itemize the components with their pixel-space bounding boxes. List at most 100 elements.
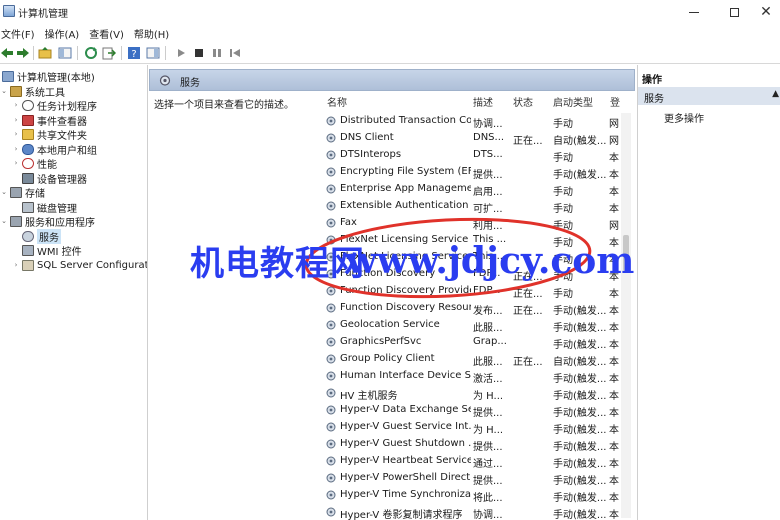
service-row[interactable]: Hyper-V Data Exchange Se... 提供... 手动(触发...… (325, 402, 619, 419)
help-icon[interactable]: ? (127, 46, 141, 60)
service-row[interactable]: GraphicsPerfSvc Grap... 手动(触发... 本 (325, 334, 619, 351)
tree-item-label: WMI 控件 (37, 246, 82, 258)
tree-item-shared-folders[interactable]: › 共享文件夹 (12, 127, 87, 142)
service-row[interactable]: Distributed Transaction Co... 协调... 手动 网 (325, 113, 619, 130)
service-description: 协调... (473, 119, 503, 130)
actions-pane: 操作 服务 ▲ 更多操作 (637, 65, 780, 520)
toolbar-separator (121, 46, 122, 60)
service-logon: 本 (609, 306, 619, 317)
expander-icon[interactable]: › (12, 159, 20, 167)
service-logon: 本 (609, 425, 619, 436)
play-icon[interactable] (174, 46, 188, 60)
service-name: Distributed Transaction Co... (340, 115, 471, 126)
console-tree-icon[interactable] (58, 46, 72, 60)
tree-item-label: SQL Server Configurati (37, 259, 148, 271)
service-name: Hyper-V Guest Service Int... (340, 421, 471, 432)
actions-section-services[interactable]: 服务 ▲ (638, 87, 780, 105)
column-header-name[interactable]: 名称 (327, 94, 347, 110)
tree-item-disk-management[interactable]: 磁盘管理 (20, 200, 77, 215)
tree-item-device-manager[interactable]: 设备管理器 (20, 171, 87, 186)
service-gear-icon (326, 388, 336, 398)
service-description: 为 H... (473, 391, 504, 402)
service-row[interactable]: Geolocation Service 此服... 手动(触发... 本 (325, 317, 619, 334)
service-row[interactable]: DNS Client DNS... 正在... 自动(触发... 网 (325, 130, 619, 147)
service-name: Hyper-V PowerShell Direct... (340, 472, 471, 483)
close-button[interactable]: ✕ (748, 0, 780, 24)
shared-folders-icon (22, 128, 34, 140)
menu-file[interactable]: 文件(F) (0, 24, 35, 42)
more-actions-link[interactable]: 更多操作 (664, 110, 704, 125)
toolbar-separator (33, 46, 34, 60)
service-row[interactable]: Enterprise App Manageme... 启用... 手动 本 (325, 181, 619, 198)
tree-item-system-tools[interactable]: ⌄ 系统工具 (0, 84, 65, 99)
expander-icon[interactable]: › (12, 101, 20, 109)
menu-action[interactable]: 操作(A) (44, 24, 80, 42)
column-header-startup-type[interactable]: 启动类型 (553, 94, 593, 110)
column-header-status[interactable]: 状态 (513, 94, 533, 110)
show-hide-icon[interactable] (146, 46, 160, 60)
tree-item-task-scheduler[interactable]: › 任务计划程序 (12, 98, 97, 113)
service-description: 提供... (473, 476, 503, 487)
expander-icon[interactable]: › (12, 130, 20, 138)
column-header-logon[interactable]: 登 (610, 94, 620, 110)
vertical-scrollbar[interactable] (621, 113, 631, 518)
window-title: 计算机管理 (18, 9, 68, 20)
tree-item-performance[interactable]: › 性能 (12, 156, 57, 171)
service-description: 此服... (473, 357, 503, 368)
column-header-description[interactable]: 描述 (473, 94, 493, 110)
service-logon: 本 (609, 204, 619, 215)
service-logon: 本 (609, 289, 619, 300)
tree-item-computer-management[interactable]: 计算机管理(本地) (0, 69, 95, 84)
expander-icon[interactable]: › (12, 261, 20, 269)
collapse-icon[interactable]: ▲ (772, 89, 779, 99)
menu-view[interactable]: 查看(V) (88, 24, 124, 42)
service-name: Hyper-V Heartbeat Service (340, 455, 471, 466)
menu-bar: 文件(F) 操作(A) 查看(V) 帮助(H) (0, 24, 780, 42)
service-row[interactable]: Hyper-V Time Synchroniza... 将此... 手动(触发...… (325, 487, 619, 504)
up-folder-icon[interactable] (38, 46, 52, 60)
expander-icon[interactable]: ⌄ (0, 188, 8, 196)
expander-icon[interactable]: › (12, 145, 20, 153)
service-row[interactable]: DTSInterops DTS... 手动 本 (325, 147, 619, 164)
tree-item-sql-server-config[interactable]: › SQL Server Configurati (12, 258, 148, 272)
maximize-button[interactable] (716, 0, 752, 24)
expander-icon[interactable]: ⌄ (0, 217, 8, 225)
tree-item-services-applications[interactable]: ⌄ 服务和应用程序 (0, 214, 95, 229)
service-row[interactable]: Hyper-V Guest Service Int... 为 H... 手动(触发.… (325, 419, 619, 436)
tree-item-wmi-control[interactable]: WMI 控件 (20, 243, 82, 258)
tree-item-storage[interactable]: ⌄ 存储 (0, 185, 45, 200)
expander-icon[interactable]: › (12, 116, 20, 124)
restart-icon[interactable] (228, 46, 242, 60)
service-logon: 本 (609, 374, 619, 385)
pause-icon[interactable] (210, 46, 224, 60)
tree-item-event-viewer[interactable]: › 事件查看器 (12, 113, 87, 128)
menu-help[interactable]: 帮助(H) (133, 24, 169, 42)
service-row[interactable]: Hyper-V Guest Shutdown ... 提供... 手动(触发... 本 (325, 436, 619, 453)
service-logon: 本 (609, 476, 619, 487)
forward-arrow-icon[interactable] (16, 46, 30, 60)
service-row[interactable]: Encrypting File System (EFS) 提供... 手动(触发..… (325, 164, 619, 181)
tree-item-services[interactable]: 服务 (20, 228, 61, 244)
service-logon: 本 (609, 153, 619, 164)
stop-icon[interactable] (192, 46, 206, 60)
service-row[interactable]: Human Interface Device S... 激活... 手动(触发...… (325, 368, 619, 385)
service-name: Group Policy Client (340, 353, 435, 364)
refresh-icon[interactable] (84, 46, 98, 60)
tree-item-local-users-groups[interactable]: › 本地用户和组 (12, 142, 97, 157)
back-arrow-icon[interactable] (0, 46, 14, 60)
expander-icon[interactable]: ⌄ (0, 87, 8, 95)
service-row[interactable]: Group Policy Client 此服... 正在... 自动(触发... 本 (325, 351, 619, 368)
disk-management-icon (22, 201, 34, 213)
service-description: 将此... (473, 493, 503, 504)
minimize-button[interactable] (676, 0, 712, 24)
service-gear-icon (326, 507, 336, 517)
service-row[interactable]: Hyper-V Heartbeat Service 通过... 手动(触发... 本 (325, 453, 619, 470)
sql-server-icon (22, 259, 34, 271)
export-icon[interactable] (102, 46, 116, 60)
tree-item-label: 存储 (25, 188, 45, 200)
service-row[interactable]: HV 主机服务 为 H... 手动(触发... 本 (325, 385, 619, 402)
service-row[interactable]: Hyper-V PowerShell Direct... 提供... 手动(触发..… (325, 470, 619, 487)
service-row[interactable]: Hyper-V 卷影复制请求程序 协调... 手动(触发... 本 (325, 504, 619, 520)
description-prompt: 选择一个项目来查看它的描述。 (154, 100, 294, 111)
service-logon: 本 (609, 391, 619, 402)
